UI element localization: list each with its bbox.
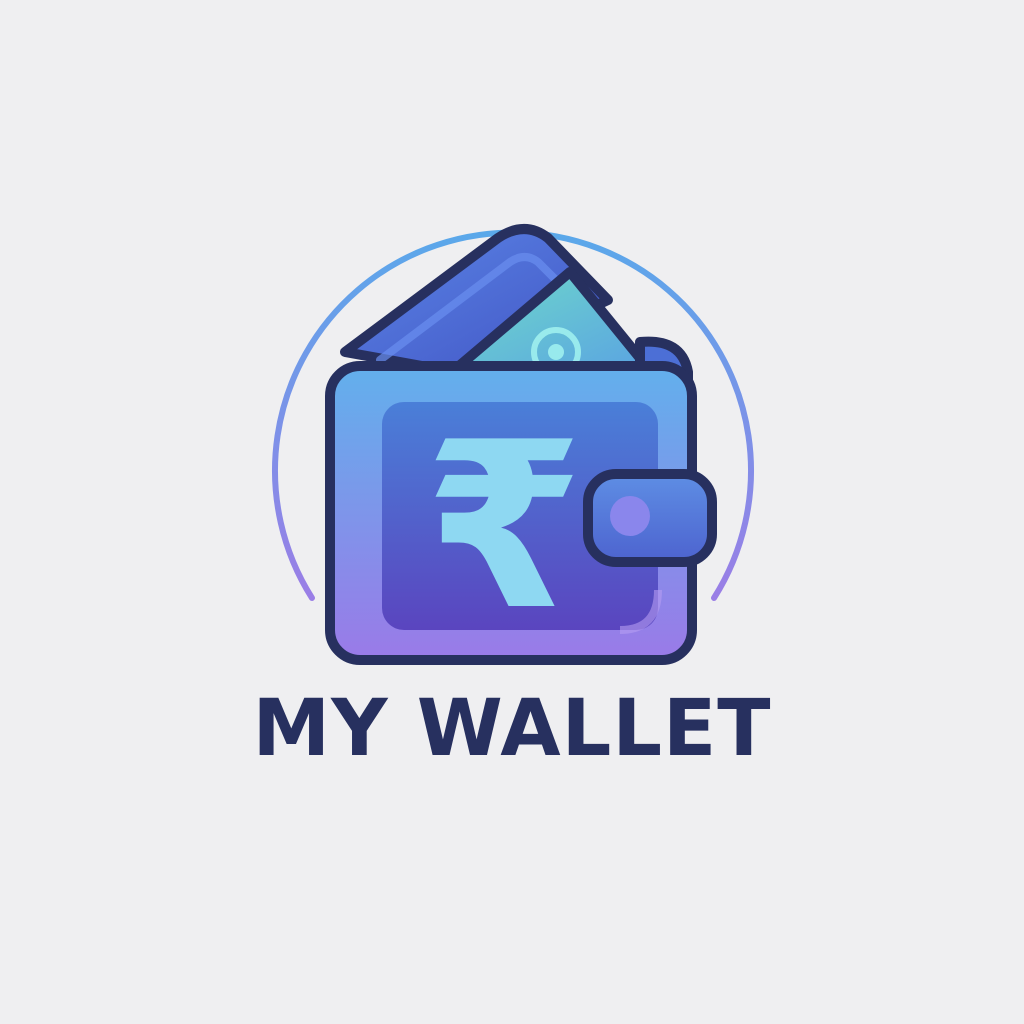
wallet-clasp bbox=[583, 469, 717, 567]
wallet-icon: ₹ bbox=[272, 224, 754, 665]
rupee-icon: ₹ bbox=[424, 394, 584, 661]
app-logo: ₹ MY WALLET bbox=[0, 0, 1024, 1024]
clasp-button bbox=[610, 496, 650, 536]
app-name: MY WALLET bbox=[252, 684, 772, 774]
